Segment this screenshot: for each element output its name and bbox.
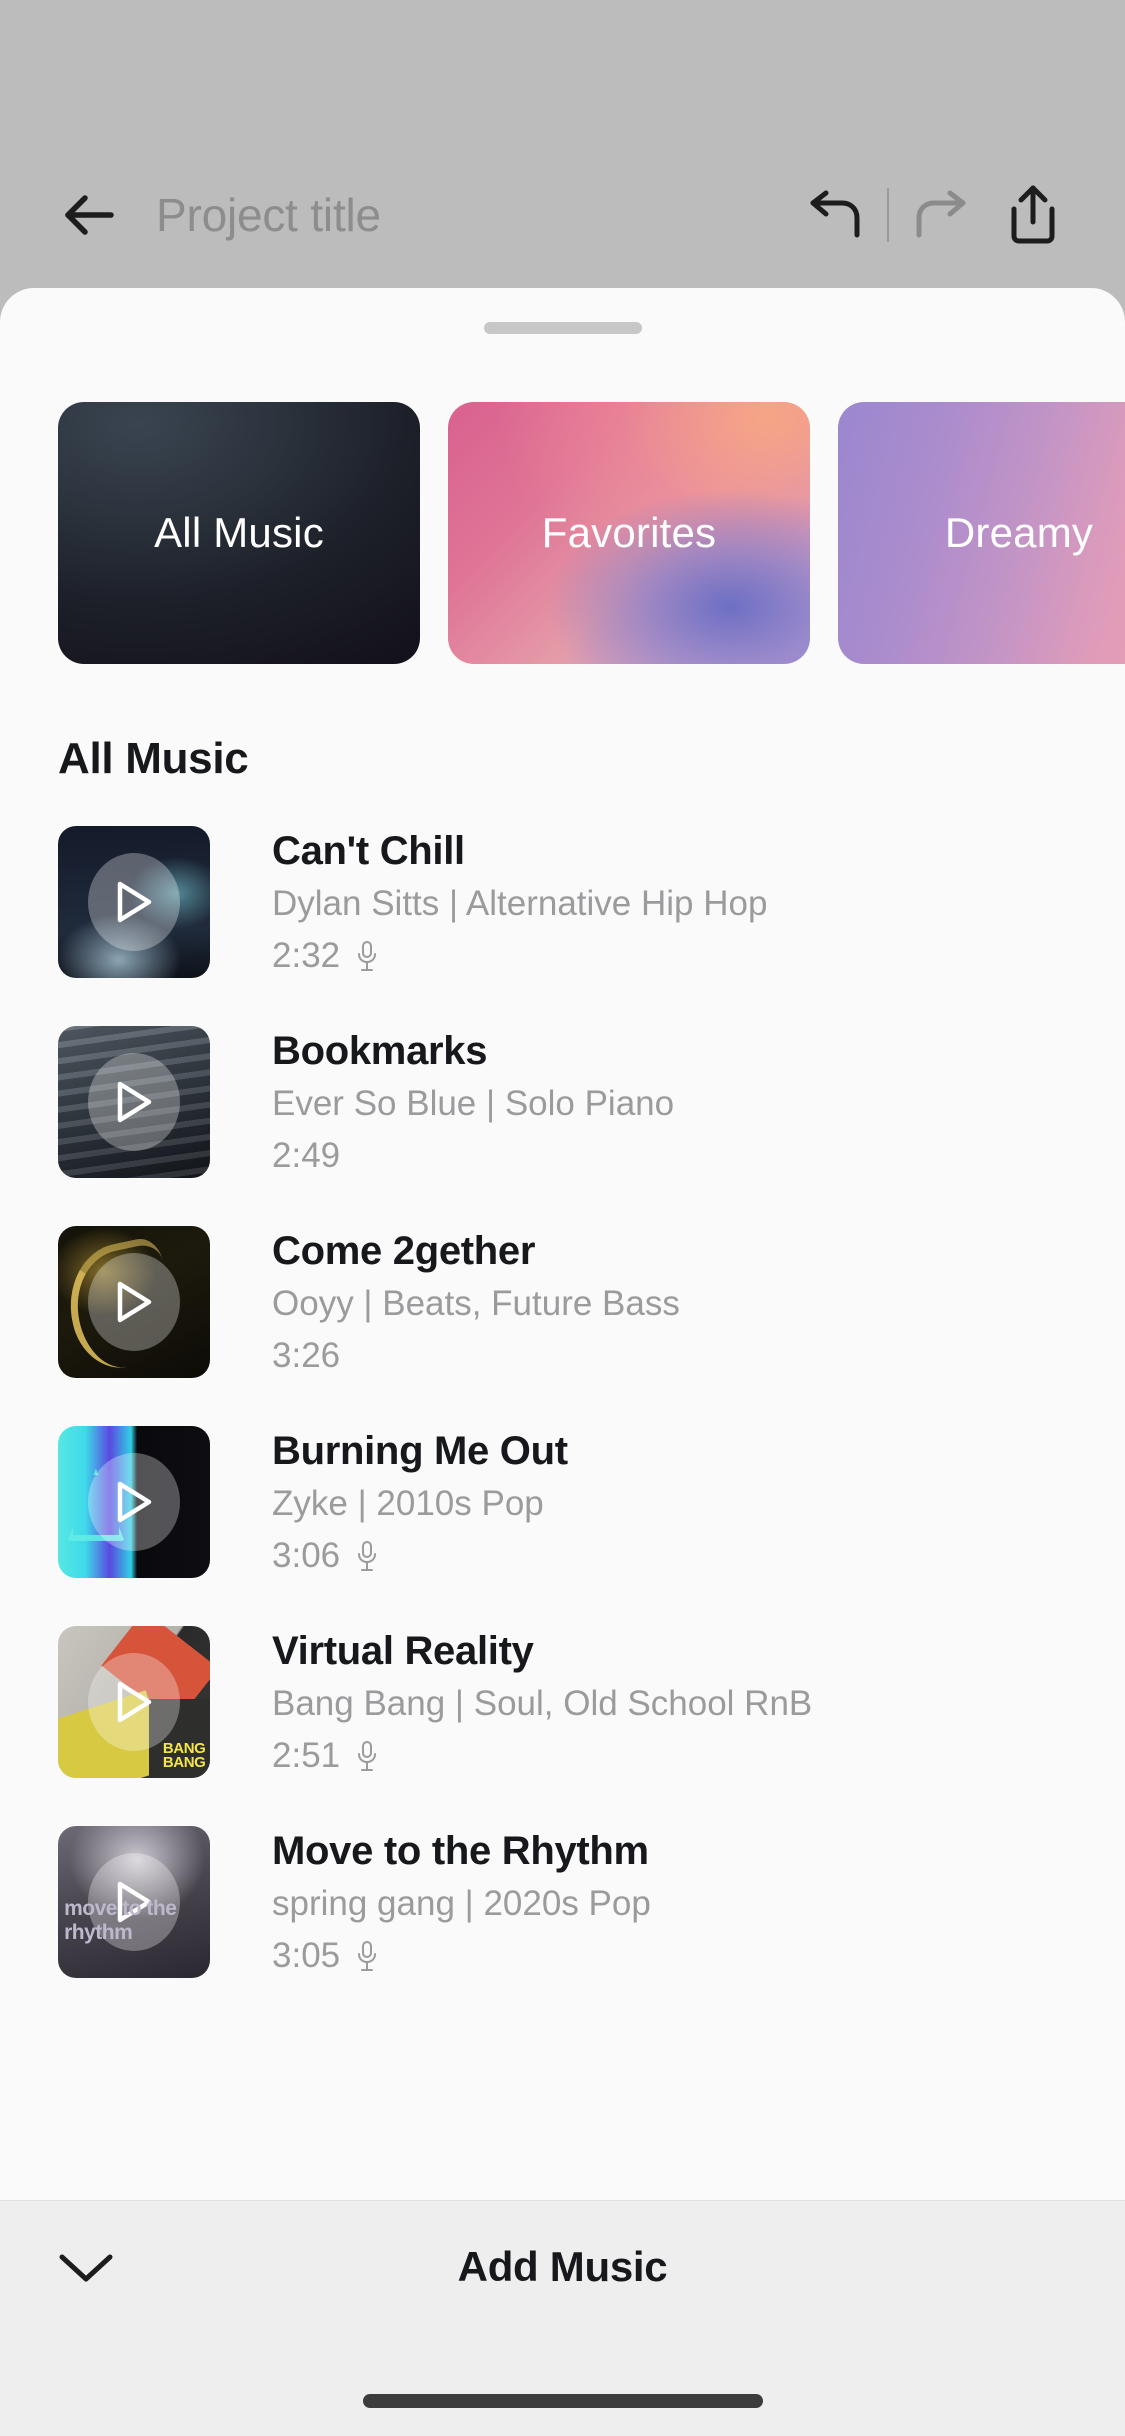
header-toolbar: Project title (0, 155, 1125, 275)
microphone-icon (356, 1740, 378, 1772)
track-duration-row: 3:06 (272, 1535, 1067, 1577)
redo-arrow-icon (916, 190, 966, 238)
home-indicator (362, 2394, 763, 2408)
track-duration: 3:06 (272, 1536, 341, 1576)
editor-header: Project title (0, 0, 1125, 290)
back-button[interactable] (60, 186, 118, 244)
play-button[interactable] (88, 853, 180, 951)
track-meta: Dylan Sitts | Alternative Hip Hop (272, 884, 768, 924)
microphone-glyph (358, 1941, 377, 1972)
microphone-glyph (358, 1741, 377, 1772)
sheet-drag-handle[interactable] (483, 322, 642, 334)
track-duration-row: 3:05 (272, 1935, 1067, 1977)
track-row[interactable]: move to the rhythm Move to the Rhythm sp… (0, 1826, 1125, 1978)
collapse-sheet-button[interactable] (48, 2235, 124, 2301)
bottom-bar-content: Add Music (0, 2201, 1125, 2333)
category-card-dreamy[interactable]: Dreamy (838, 402, 1125, 664)
play-button[interactable] (88, 1653, 180, 1751)
track-info: Bookmarks Ever So Blue | Solo Piano 2:49 (272, 1026, 1067, 1177)
track-duration: 3:05 (272, 1936, 341, 1976)
music-picker-screen: Project title All Music Favorites Dreamy… (0, 0, 1125, 2436)
header-divider (887, 188, 889, 242)
arrow-left-icon (65, 195, 114, 235)
track-thumbnail[interactable] (58, 1226, 210, 1378)
track-meta: spring gang | 2020s Pop (272, 1884, 651, 1924)
play-icon (117, 1681, 152, 1723)
track-row[interactable]: Come 2gether Ooyy | Beats, Future Bass 3… (0, 1226, 1125, 1378)
undo-button[interactable] (789, 169, 881, 261)
category-card-favorites[interactable]: Favorites (448, 402, 810, 664)
microphone-icon (356, 1540, 378, 1572)
section-title: All Music (58, 734, 249, 783)
track-duration-row: 2:49 (272, 1135, 1067, 1177)
header-actions (789, 169, 1079, 261)
redo-button[interactable] (895, 169, 987, 261)
track-duration: 3:26 (272, 1336, 341, 1376)
share-button[interactable] (987, 169, 1079, 261)
album-artwork: move to the rhythm (58, 1826, 210, 1978)
track-info: Come 2gether Ooyy | Beats, Future Bass 3… (272, 1226, 1067, 1377)
track-duration: 2:49 (272, 1136, 341, 1176)
microphone-glyph (358, 1541, 377, 1572)
music-bottom-sheet: All Music Favorites Dreamy All Music Can… (0, 288, 1125, 2436)
track-thumbnail[interactable] (58, 826, 210, 978)
track-duration-row: 2:32 (272, 935, 1067, 977)
chevron-down-icon (59, 2254, 113, 2282)
microphone-glyph (358, 941, 377, 972)
add-music-title: Add Music (457, 2243, 668, 2290)
track-info: Move to the Rhythm spring gang | 2020s P… (272, 1826, 1067, 1977)
play-icon (117, 1481, 152, 1523)
category-card-label: Dreamy (944, 509, 1094, 556)
undo-arrow-icon (810, 190, 860, 238)
track-info: Virtual Reality Bang Bang | Soul, Old Sc… (272, 1626, 1067, 1777)
track-info: Burning Me Out Zyke | 2010s Pop 3:06 (272, 1426, 1067, 1577)
track-title: Move to the Rhythm (272, 1829, 649, 1873)
track-duration-row: 2:51 (272, 1735, 1067, 1777)
category-card-label: Favorites (541, 509, 717, 556)
track-duration: 2:32 (272, 936, 341, 976)
play-icon (117, 881, 152, 923)
track-title: Virtual Reality (272, 1629, 534, 1673)
play-button[interactable] (88, 1453, 180, 1551)
artwork-text: move to the rhythm (64, 1897, 177, 1945)
microphone-icon (356, 1940, 378, 1972)
artwork-text: BANG BANG (162, 1739, 206, 1772)
track-thumbnail[interactable] (58, 1026, 210, 1178)
track-duration: 2:51 (272, 1736, 341, 1776)
track-thumbnail[interactable]: move to the rhythm (58, 1826, 210, 1978)
track-row[interactable]: BANG BANG Virtual Reality Bang Bang | Sou… (0, 1626, 1125, 1778)
track-meta: Zyke | 2010s Pop (272, 1484, 544, 1524)
list-bottom-fade (0, 2148, 1125, 2200)
project-title-input[interactable]: Project title (156, 188, 381, 242)
track-meta: Ooyy | Beats, Future Bass (272, 1284, 680, 1324)
track-duration-row: 3:26 (272, 1335, 1067, 1377)
track-list[interactable]: Can't Chill Dylan Sitts | Alternative Hi… (0, 826, 1125, 2066)
track-thumbnail[interactable]: BANG BANG (58, 1626, 210, 1778)
track-info: Can't Chill Dylan Sitts | Alternative Hi… (272, 826, 1067, 977)
track-row[interactable]: Bookmarks Ever So Blue | Solo Piano 2:49 (0, 1026, 1125, 1178)
play-button[interactable] (88, 1253, 180, 1351)
track-row[interactable]: Burning Me Out Zyke | 2010s Pop 3:06 (0, 1426, 1125, 1578)
play-icon (117, 1281, 152, 1323)
track-meta: Bang Bang | Soul, Old School RnB (272, 1684, 813, 1724)
track-title: Burning Me Out (272, 1429, 568, 1473)
track-meta: Ever So Blue | Solo Piano (272, 1084, 675, 1124)
share-export-icon (1011, 185, 1055, 244)
category-card-label: All Music (154, 509, 324, 556)
track-title: Bookmarks (272, 1029, 488, 1073)
category-card-all-music[interactable]: All Music (58, 402, 420, 664)
track-thumbnail[interactable] (58, 1426, 210, 1578)
bottom-action-bar: Add Music (0, 2200, 1125, 2436)
track-row[interactable]: Can't Chill Dylan Sitts | Alternative Hi… (0, 826, 1125, 978)
play-button[interactable] (88, 1053, 180, 1151)
track-title: Come 2gether (272, 1229, 536, 1273)
microphone-icon (356, 940, 378, 972)
play-icon (117, 1081, 152, 1123)
track-title: Can't Chill (272, 829, 465, 873)
category-carousel[interactable]: All Music Favorites Dreamy (0, 402, 1125, 670)
